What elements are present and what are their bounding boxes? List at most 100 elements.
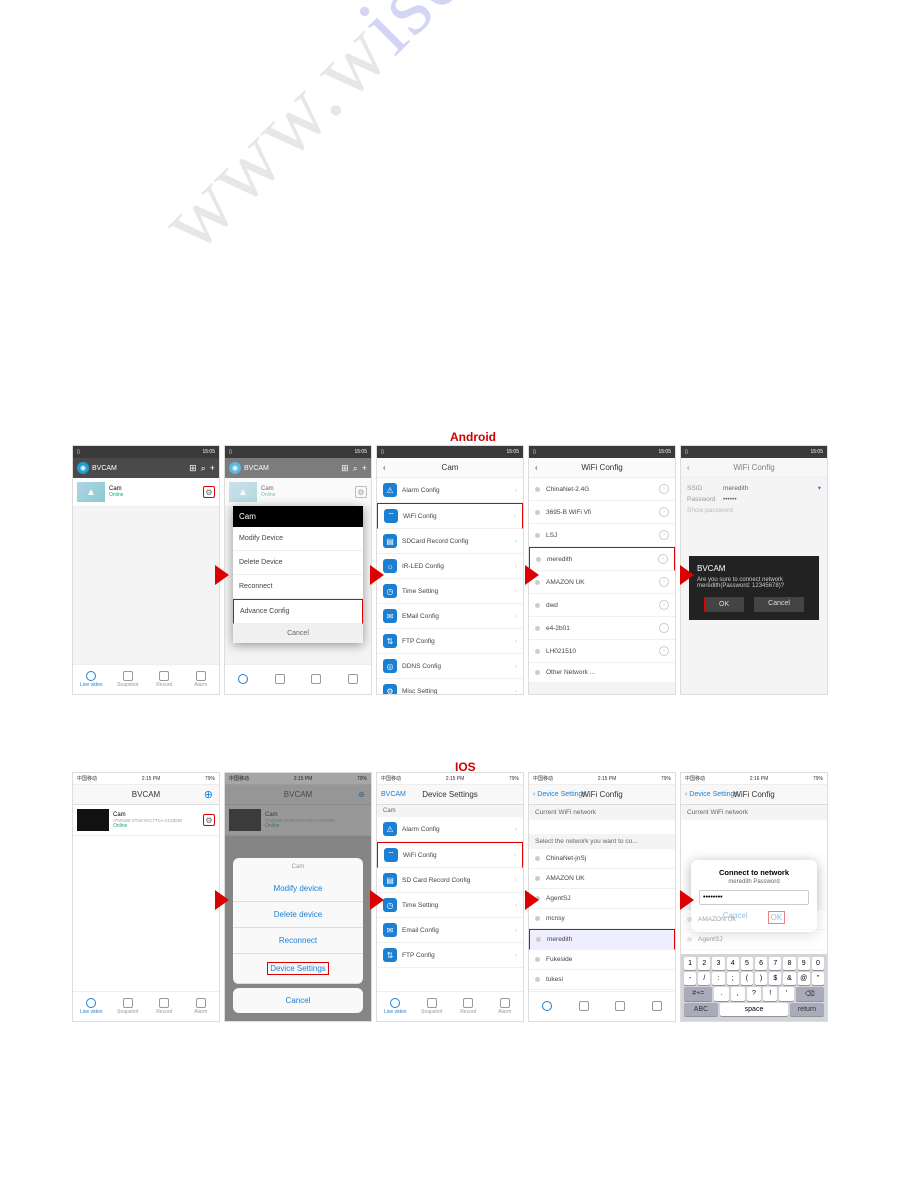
password-input[interactable] bbox=[699, 890, 809, 905]
back-link[interactable]: ‹ Device Settings bbox=[533, 791, 586, 798]
setting-email[interactable]: ✉EMail Config› bbox=[377, 604, 523, 629]
wifi-item[interactable]: 3695-B WiFi Vfi› bbox=[529, 501, 675, 524]
backspace-key[interactable]: ⌫ bbox=[796, 987, 824, 1001]
wifi-item[interactable]: AgentSJ bbox=[529, 889, 675, 909]
appbar: ‹WiFi Config bbox=[529, 458, 675, 478]
nav-live[interactable]: Live video bbox=[73, 992, 110, 1021]
setting-ftp[interactable]: ⇅FTP Config› bbox=[377, 943, 523, 968]
arrow-icon bbox=[215, 565, 229, 585]
grid-icon[interactable]: ⊞ bbox=[189, 463, 197, 474]
camera-list-item[interactable]: ▲ Cam Online ⚙ bbox=[73, 478, 219, 507]
ios-keyboard[interactable]: 1234567890 -/:;()$&@" #+=.,?!'⌫ ABCspace… bbox=[681, 954, 827, 1021]
arrow-icon bbox=[525, 890, 539, 910]
nav-live[interactable]: Live video bbox=[73, 665, 110, 694]
setting-time[interactable]: ◷Time Setting› bbox=[377, 579, 523, 604]
add-icon[interactable]: + bbox=[210, 463, 215, 474]
nav-alarm[interactable]: Alarm bbox=[183, 992, 220, 1021]
statusbar: 中国移动2:15 PM79% bbox=[529, 773, 675, 785]
android-step3: ▯15:05 ‹ Cam ⚠Alarm Config› ⌔WiFi Config›… bbox=[376, 445, 524, 695]
nav-record[interactable]: Record bbox=[146, 992, 183, 1021]
screen-title: WiFi Config bbox=[581, 790, 622, 799]
wifi-item-selected[interactable]: meredith bbox=[529, 929, 675, 950]
back-link[interactable]: BVCAM bbox=[381, 791, 406, 798]
ios-step1: 中国移动2:15 PM79% BVCAM ⊕ Cam ATW190-VTAKYKC… bbox=[72, 772, 220, 1022]
statusbar: ▯15:05 bbox=[529, 446, 675, 458]
app-title: BVCAM bbox=[132, 790, 160, 799]
wifi-item[interactable]: AMAZON UK bbox=[529, 869, 675, 889]
setting-wifi[interactable]: ⌔WiFi Config› bbox=[377, 842, 523, 868]
camera-list-item[interactable]: Cam ATW190-VTAKYKC7T1A-CC0D39 Online ⚙ bbox=[73, 805, 219, 836]
ios-step4: 中国移动2:15 PM79% ‹ Device SettingsWiFi Con… bbox=[528, 772, 676, 1022]
setting-wifi[interactable]: ⌔WiFi Config› bbox=[377, 503, 523, 529]
setting-sdcard[interactable]: ▤SD Card Record Config› bbox=[377, 868, 523, 893]
nav-snapshot[interactable]: Snapshot bbox=[110, 992, 147, 1021]
wifi-item[interactable]: Fukeside bbox=[529, 950, 675, 970]
popup-cancel[interactable]: Cancel bbox=[233, 624, 363, 643]
wifi-item[interactable]: LSJ› bbox=[529, 524, 675, 547]
wifi-item[interactable]: e4-2b01› bbox=[529, 617, 675, 640]
ios-step2: 中国移动2:15 PM79% BVCAM⊕ CamATW190-VTAKYKC7… bbox=[224, 772, 372, 1022]
gear-icon[interactable]: ⚙ bbox=[203, 814, 215, 826]
popup-modify[interactable]: Modify Device bbox=[233, 527, 363, 551]
sheet-delete[interactable]: Delete device bbox=[233, 902, 363, 928]
popup-advance[interactable]: Advance Config bbox=[233, 599, 363, 624]
statusbar: ▯15:05 bbox=[377, 446, 523, 458]
wifi-item[interactable]: ChinaNet-2.4G› bbox=[529, 478, 675, 501]
wifi-item[interactable]: dwd› bbox=[529, 594, 675, 617]
app-logo-icon: ◉ bbox=[229, 462, 241, 474]
wifi-network-list: ChinaNet-2.4G› 3695-B WiFi Vfi› LSJ› mer… bbox=[529, 478, 675, 683]
wifi-item[interactable]: mcnsy bbox=[529, 909, 675, 929]
popup-delete[interactable]: Delete Device bbox=[233, 551, 363, 575]
popup-reconnect[interactable]: Reconnect bbox=[233, 575, 363, 599]
nav-alarm[interactable]: Alarm bbox=[183, 665, 220, 694]
setting-email[interactable]: ✉Email Config› bbox=[377, 918, 523, 943]
wifi-form: SSIDmeredith▾ Password•••••• Show passwo… bbox=[681, 478, 827, 524]
back-icon[interactable]: ‹ bbox=[383, 463, 386, 472]
setting-misc[interactable]: ⚙Misc Setting› bbox=[377, 679, 523, 695]
setting-time[interactable]: ◷Time Setting› bbox=[377, 893, 523, 918]
back-icon[interactable]: ‹ bbox=[535, 463, 538, 472]
password-value[interactable]: •••••• bbox=[723, 496, 821, 503]
setting-irled[interactable]: ☼IR-LED Config› bbox=[377, 554, 523, 579]
sheet-cancel[interactable]: Cancel bbox=[233, 988, 363, 1013]
nav-snapshot[interactable]: Snapshot bbox=[110, 665, 147, 694]
action-sheet: Cam Modify device Delete device Reconnec… bbox=[233, 858, 363, 1013]
setting-alarm[interactable]: ⚠Alarm Config› bbox=[377, 817, 523, 842]
sheet-reconnect[interactable]: Reconnect bbox=[233, 928, 363, 954]
setting-sdcard[interactable]: ▤SDCard Record Config› bbox=[377, 529, 523, 554]
appbar: BVCAM ⊕ bbox=[73, 785, 219, 805]
wifi-item-selected[interactable]: meredith› bbox=[529, 547, 675, 571]
wifi-item[interactable]: ChinaNet-jnSj bbox=[529, 849, 675, 869]
ios-row: 中国移动2:15 PM79% BVCAM ⊕ Cam ATW190-VTAKYKC… bbox=[72, 772, 828, 1022]
cancel-button[interactable]: Cancel bbox=[754, 597, 804, 612]
device-name: Cam bbox=[377, 805, 523, 817]
statusbar: 中国移动2:15 PM79% bbox=[73, 773, 219, 785]
setting-ddns[interactable]: ◎DDNS Config› bbox=[377, 654, 523, 679]
ios-step5: 中国移动2:16 PM79% ‹ Device SettingsWiFi Con… bbox=[680, 772, 828, 1022]
screen-title: Cam bbox=[442, 463, 459, 472]
key[interactable]: 1 bbox=[684, 957, 696, 970]
ios-step3: 中国移动2:15 PM79% BVCAMDevice Settings Cam … bbox=[376, 772, 524, 1022]
camera-status: Online bbox=[113, 823, 203, 829]
camera-thumbnail bbox=[77, 809, 109, 831]
wifi-item[interactable]: LH021510› bbox=[529, 640, 675, 663]
sheet-title: Cam bbox=[233, 858, 363, 876]
wifi-item[interactable]: AMAZON UK› bbox=[529, 571, 675, 594]
nav-record[interactable]: Record bbox=[146, 665, 183, 694]
bottom-nav: Live video Snapshot Record Alarm bbox=[73, 664, 219, 694]
wifi-item-other[interactable]: Other Network ... bbox=[529, 663, 675, 683]
setting-alarm[interactable]: ⚠Alarm Config› bbox=[377, 478, 523, 503]
search-icon[interactable]: ⌕ bbox=[201, 463, 206, 474]
camera-status: Online bbox=[109, 492, 203, 498]
back-link[interactable]: ‹ Device Settings bbox=[685, 791, 738, 798]
ok-button[interactable]: OK bbox=[704, 597, 744, 612]
sheet-settings[interactable]: Device Settings bbox=[233, 954, 363, 984]
android-step5: ▯15:05 ‹WiFi Config SSIDmeredith▾ Passwo… bbox=[680, 445, 828, 695]
appbar: ‹ Device SettingsWiFi Config bbox=[529, 785, 675, 805]
add-icon[interactable]: ⊕ bbox=[204, 788, 213, 801]
sheet-modify[interactable]: Modify device bbox=[233, 876, 363, 902]
gear-icon[interactable]: ⚙ bbox=[203, 486, 215, 498]
wifi-item[interactable]: tukesi bbox=[529, 970, 675, 990]
section-current: Current WiFi network bbox=[681, 805, 827, 820]
setting-ftp[interactable]: ⇅FTP Config› bbox=[377, 629, 523, 654]
